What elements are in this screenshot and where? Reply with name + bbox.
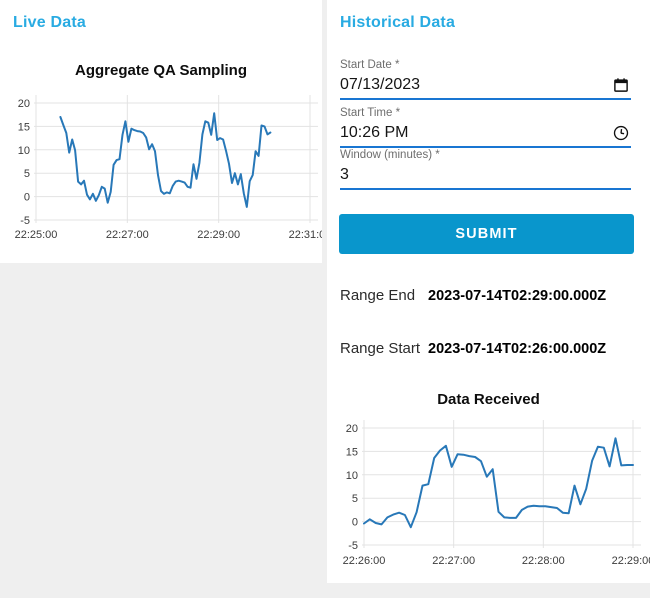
window-minutes-field: Window (minutes) * — [340, 148, 631, 190]
start-date-field: Start Date * — [340, 58, 631, 100]
svg-text:5: 5 — [24, 168, 30, 180]
svg-text:5: 5 — [352, 493, 358, 505]
window-minutes-input[interactable] — [340, 166, 631, 184]
svg-text:22:29:00: 22:29:00 — [197, 229, 240, 241]
svg-text:22:25:00: 22:25:00 — [15, 229, 58, 241]
svg-text:15: 15 — [346, 446, 358, 458]
svg-text:22:27:00: 22:27:00 — [106, 229, 149, 241]
start-date-input[interactable] — [340, 76, 611, 94]
svg-text:22:28:00: 22:28:00 — [522, 555, 565, 567]
start-time-input[interactable] — [340, 124, 611, 142]
calendar-icon[interactable] — [611, 75, 631, 95]
svg-text:10: 10 — [18, 145, 30, 157]
start-time-field: Start Time * — [340, 106, 631, 148]
data-received-chart: 22:26:00 22:27:00 22:28:00 22:29:00 20 15 10 5 0… — [343, 420, 650, 567]
start-date-label: Start Date * — [340, 59, 400, 71]
range-end-row: Range End 2023-07-14T02:29:00.000Z — [340, 287, 606, 304]
svg-text:20: 20 — [18, 98, 30, 110]
svg-text:-5: -5 — [348, 540, 358, 552]
clock-icon[interactable] — [611, 123, 631, 143]
start-time-label: Start Time * — [340, 107, 401, 119]
svg-text:22:27:00: 22:27:00 — [432, 555, 475, 567]
svg-text:22:31:00: 22:31:00 — [289, 229, 322, 241]
live-chart-title: Aggregate QA Sampling — [75, 62, 247, 79]
range-start-label: Range Start — [340, 340, 421, 357]
range-start-row: Range Start 2023-07-14T02:26:00.000Z — [340, 340, 606, 357]
svg-text:20: 20 — [346, 423, 358, 435]
range-end-label: Range End — [340, 287, 416, 304]
svg-text:15: 15 — [18, 121, 30, 133]
svg-text:0: 0 — [24, 192, 30, 204]
aggregate-qa-sampling-chart: 22:25:00 22:27:00 22:29:00 22:31:00 20 15 10 5 0… — [15, 95, 322, 241]
window-minutes-label: Window (minutes) * — [340, 149, 440, 161]
live-data-panel: Live Data Aggregate QA Sampling 22:25:00… — [0, 0, 322, 263]
historical-data-panel: Historical Data Start Date * Start Time … — [327, 0, 650, 583]
svg-text:-5: -5 — [20, 215, 30, 227]
live-data-heading: Live Data — [13, 14, 86, 31]
historical-data-heading: Historical Data — [340, 14, 456, 31]
svg-text:22:29:00: 22:29:00 — [612, 555, 650, 567]
submit-button[interactable]: SUBMIT — [339, 214, 634, 254]
svg-text:0: 0 — [352, 517, 358, 529]
historical-chart-title: Data Received — [437, 391, 540, 408]
range-start-value: 2023-07-14T02:26:00.000Z — [428, 341, 607, 357]
svg-text:10: 10 — [346, 470, 358, 482]
range-end-value: 2023-07-14T02:29:00.000Z — [428, 288, 607, 304]
svg-text:22:26:00: 22:26:00 — [343, 555, 386, 567]
